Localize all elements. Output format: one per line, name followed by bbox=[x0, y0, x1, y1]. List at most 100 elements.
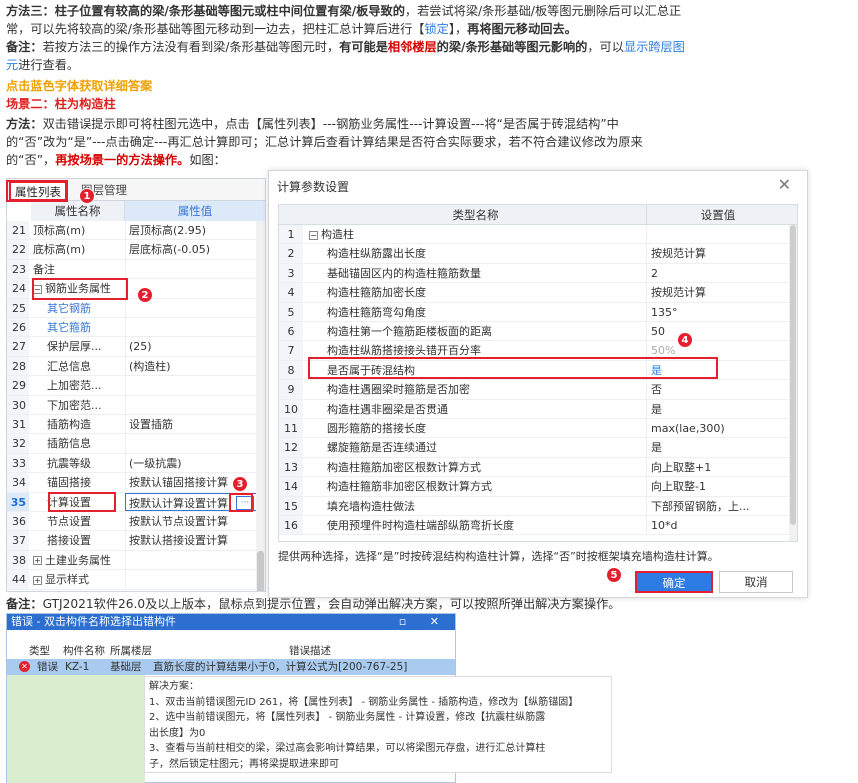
confirm-button[interactable]: 确定 bbox=[635, 571, 713, 593]
setting-value[interactable]: 向上取整-1 bbox=[651, 477, 789, 495]
setting-value[interactable]: 2 bbox=[651, 264, 789, 282]
property-value[interactable] bbox=[125, 259, 257, 279]
collapse-icon[interactable]: − bbox=[309, 230, 318, 240]
window-control-icons[interactable]: ▫ ✕ bbox=[399, 614, 449, 630]
property-row[interactable]: 21 顶标高(m) 层顶标高(2.95) bbox=[7, 221, 257, 241]
calc-settings-dialog: 计算参数设置 ✕ 类型名称 设置值 1− 构造柱 2 构造柱纵筋露出长度 按规范计算 3 基… bbox=[268, 170, 808, 598]
property-row[interactable]: 36 节点设置 按默认节点设置计算 bbox=[7, 512, 257, 532]
setting-row[interactable]: 12 螺旋箍筋是否连续通过 是 bbox=[279, 438, 791, 458]
property-row[interactable]: 26 其它箍筋 bbox=[7, 318, 257, 338]
setting-value[interactable]: 下部预留钢筋，上... bbox=[651, 497, 789, 515]
setting-value[interactable]: 是 bbox=[651, 400, 789, 418]
setting-name: 螺旋箍筋是否连续通过 bbox=[305, 438, 647, 457]
red-emphasis: 相邻楼层 bbox=[387, 40, 437, 54]
setting-name: 构造柱纵筋露出长度 bbox=[305, 244, 647, 263]
cancel-button[interactable]: 取消 bbox=[719, 571, 793, 593]
property-row[interactable]: 23 备注 bbox=[7, 259, 257, 280]
setting-row[interactable]: 9 构造柱遇圈梁时箍筋是否加密 否 bbox=[279, 380, 791, 400]
plain-text: ，可以 bbox=[587, 40, 624, 54]
setting-row[interactable]: 6 构造柱第一个箍筋距楼板面的距离 50 bbox=[279, 322, 791, 342]
setting-value[interactable]: 按规范计算 bbox=[651, 283, 789, 301]
row-number: 8 bbox=[279, 360, 303, 380]
setting-value[interactable]: 按规范计算 bbox=[651, 244, 789, 262]
property-value[interactable] bbox=[125, 318, 257, 337]
row-number: 29 bbox=[7, 376, 29, 395]
property-value[interactable]: (构造柱) bbox=[125, 356, 257, 376]
property-row[interactable]: 38 + 土建业务属性 bbox=[7, 550, 257, 571]
property-list-panel: 属性列表 图层管理 属性名称 属性值 21 顶标高(m) 层顶标高(2.95) 22 底… bbox=[6, 178, 266, 592]
property-row[interactable]: 37 搭接设置 按默认搭接设置计算 bbox=[7, 531, 257, 551]
setting-name: 构造柱箍筋加密长度 bbox=[305, 283, 647, 302]
setting-row[interactable]: 13 构造柱箍筋加密区根数计算方式 向上取整+1 bbox=[279, 457, 791, 478]
solution-line: 解决方案： bbox=[149, 681, 199, 692]
blue-link[interactable]: 显示跨层图 bbox=[624, 40, 685, 54]
property-row[interactable]: 31 插筋构造 设置插筋 bbox=[7, 415, 257, 435]
row-number: 36 bbox=[7, 512, 29, 531]
property-row[interactable]: 22 底标高(m) 层底标高(-0.05) bbox=[7, 240, 257, 260]
setting-value[interactable]: 10*d bbox=[651, 516, 789, 534]
property-name-text: 下加密范... bbox=[47, 398, 102, 412]
error-row[interactable]: ✕ 错误 KZ-1 基础层 直筋长度的计算结果小于0，计算公式为[200-767… bbox=[7, 659, 455, 675]
highlight-calc-setting-name bbox=[48, 492, 116, 512]
setting-row[interactable]: 14 构造柱箍筋非加密区根数计算方式 向上取整-1 bbox=[279, 477, 791, 497]
setting-value[interactable]: 是 bbox=[651, 438, 789, 456]
setting-value[interactable] bbox=[651, 225, 789, 243]
plain-text: 常，可以先将较高的梁/条形基础等图元移动到一边去，把柱汇总计算后进行【 bbox=[6, 22, 425, 36]
property-value[interactable]: 设置插筋 bbox=[125, 415, 257, 434]
property-value[interactable]: 层顶标高(2.95) bbox=[125, 221, 257, 240]
plain-text: 进行查看。 bbox=[18, 58, 80, 72]
grid-scrollbar-thumb[interactable] bbox=[790, 225, 796, 525]
property-row[interactable]: 29 上加密范... bbox=[7, 376, 257, 396]
property-value[interactable]: 按默认搭接设置计算 bbox=[125, 531, 257, 550]
property-value[interactable] bbox=[125, 570, 257, 589]
property-value[interactable] bbox=[125, 434, 257, 453]
property-value[interactable]: (一级抗震) bbox=[125, 453, 257, 473]
expand-icon[interactable]: + bbox=[33, 556, 42, 566]
property-row[interactable]: 34 锚固搭接 按默认锚固搭接计算 bbox=[7, 473, 257, 493]
setting-row[interactable]: 15 填充墙构造柱做法 下部预留钢筋，上... bbox=[279, 496, 791, 516]
property-row[interactable]: 28 汇总信息 (构造柱) bbox=[7, 356, 257, 377]
error-component[interactable]: KZ-1 bbox=[65, 659, 89, 675]
property-value[interactable] bbox=[125, 550, 257, 570]
property-row[interactable]: 35 计算设置 按默认计算设置计算 ··· bbox=[7, 492, 257, 512]
text-line: 备注：GTJ2021软件26.0及以上版本，鼠标点到提示位置，会自动弹出解决方案… bbox=[6, 595, 854, 613]
property-scrollbar[interactable] bbox=[256, 221, 265, 591]
property-row[interactable]: 33 抗震等级 (一级抗震) bbox=[7, 453, 257, 474]
row-number: 10 bbox=[279, 399, 303, 418]
setting-row[interactable]: 5 构造柱箍筋弯勾角度 135° bbox=[279, 302, 791, 322]
setting-value[interactable]: 50 bbox=[651, 322, 789, 340]
setting-value[interactable]: 否 bbox=[651, 380, 789, 398]
scrollbar-thumb[interactable] bbox=[257, 551, 264, 591]
close-icon[interactable]: ✕ bbox=[778, 175, 791, 194]
row-number: 3 bbox=[279, 263, 303, 283]
property-row[interactable]: 32 插筋信息 bbox=[7, 434, 257, 454]
setting-value[interactable]: 135° bbox=[651, 303, 789, 321]
setting-row[interactable]: 1− 构造柱 bbox=[279, 225, 791, 245]
row-number: 26 bbox=[7, 318, 29, 337]
property-row[interactable]: 44 + 显示样式 bbox=[7, 570, 257, 590]
blue-link[interactable]: 元 bbox=[6, 58, 18, 72]
setting-row[interactable]: 3 基础锚固区内的构造柱箍筋数量 2 bbox=[279, 263, 791, 284]
grid-scrollbar[interactable] bbox=[789, 225, 797, 541]
setting-row[interactable]: 11 圆形箍筋的搭接长度 max(lae,300) bbox=[279, 419, 791, 439]
row-number: 2 bbox=[279, 244, 303, 263]
property-row[interactable]: 27 保护层厚... (25) bbox=[7, 337, 257, 357]
property-value[interactable] bbox=[125, 376, 257, 395]
property-value[interactable]: 层底标高(-0.05) bbox=[125, 240, 257, 259]
setting-name-text: 构造柱纵筋露出长度 bbox=[327, 247, 426, 261]
step-marker-2: 2 bbox=[137, 287, 153, 303]
setting-row[interactable]: 4 构造柱箍筋加密长度 按规范计算 bbox=[279, 283, 791, 303]
setting-value[interactable]: 向上取整+1 bbox=[651, 458, 789, 476]
property-row[interactable]: 30 下加密范... bbox=[7, 395, 257, 415]
setting-row[interactable]: 16 使用预埋件时构造柱端部纵筋弯折长度 10*d bbox=[279, 516, 791, 536]
property-value[interactable]: 按默认节点设置计算 bbox=[125, 512, 257, 531]
expand-icon[interactable]: + bbox=[33, 575, 42, 585]
property-value[interactable] bbox=[125, 395, 257, 414]
setting-row[interactable]: 10 构造柱遇非圈梁是否贯通 是 bbox=[279, 399, 791, 419]
setting-value[interactable]: max(lae,300) bbox=[651, 419, 789, 437]
property-row[interactable]: 25 其它钢筋 bbox=[7, 298, 257, 318]
row-number: 44 bbox=[7, 570, 29, 589]
setting-row[interactable]: 2 构造柱纵筋露出长度 按规范计算 bbox=[279, 244, 791, 264]
property-value[interactable]: (25) bbox=[125, 337, 257, 356]
blue-link[interactable]: 锁定 bbox=[424, 22, 448, 36]
